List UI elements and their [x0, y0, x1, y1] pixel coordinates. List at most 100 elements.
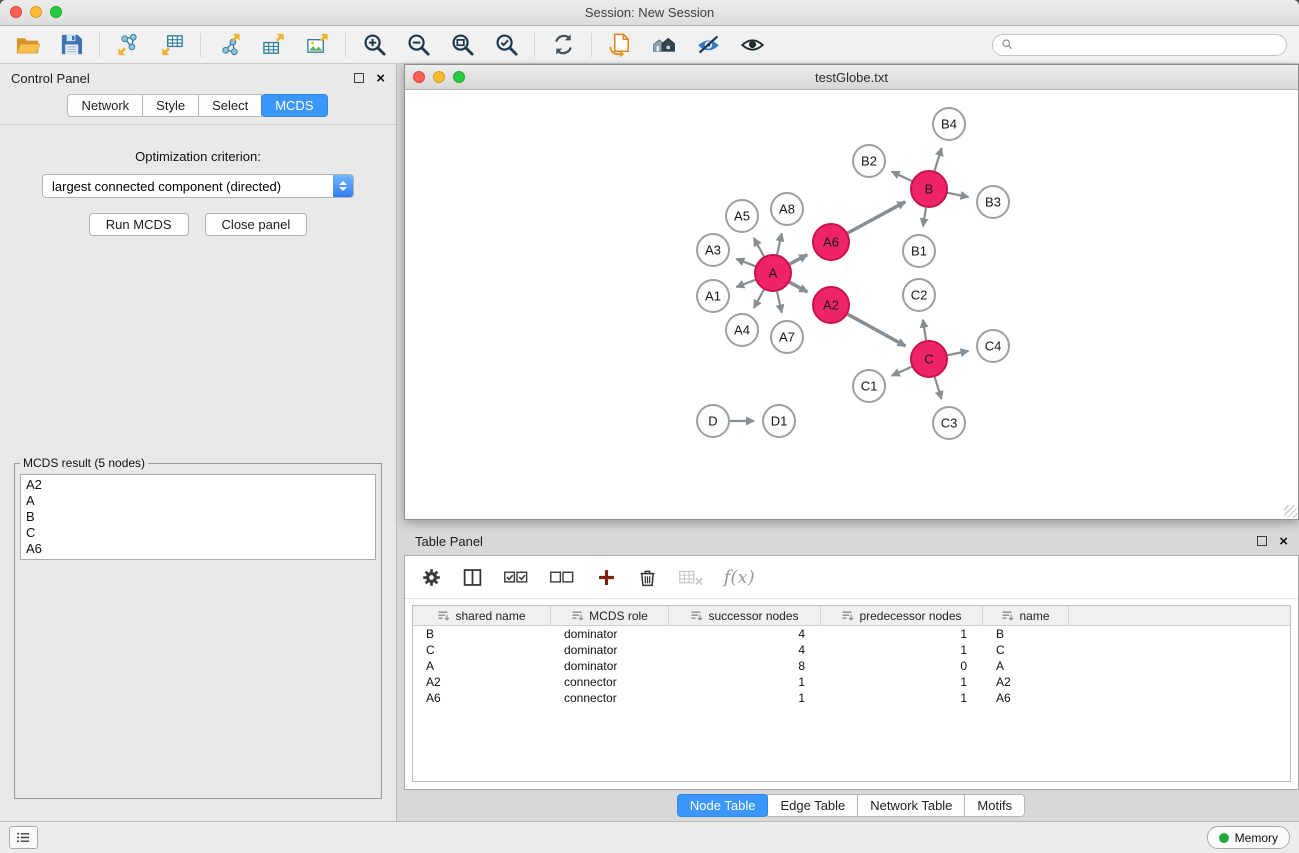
node-label-C: C [924, 352, 933, 367]
home-view-button[interactable] [649, 31, 679, 59]
graph-edge-A-A2[interactable] [790, 282, 808, 292]
float-panel-icon[interactable] [354, 73, 364, 83]
zoom-out-button[interactable] [403, 31, 433, 59]
search-input[interactable] [1019, 37, 1278, 53]
save-session-button[interactable] [56, 31, 86, 59]
delete-column-button[interactable] [637, 567, 658, 588]
table-row-C[interactable]: Cdominator41C [413, 642, 1290, 658]
table-row-A[interactable]: Adominator80A [413, 658, 1290, 674]
column-header-shared-name[interactable]: shared name [413, 606, 551, 625]
close-panel-button[interactable]: Close panel [205, 213, 308, 236]
column-header-successor-nodes[interactable]: successor nodes [669, 606, 821, 625]
cell-name: A2 [983, 675, 1069, 689]
control-panel-tab-network[interactable]: Network [67, 94, 143, 117]
graph-edge-B-B1[interactable] [923, 208, 926, 227]
close-table-panel-icon[interactable]: × [1279, 534, 1288, 549]
graph-edge-B-B2[interactable] [892, 172, 912, 181]
show-graphics-details-button[interactable] [737, 31, 767, 59]
graph-edge-C-C3[interactable] [935, 377, 942, 399]
task-history-button[interactable] [9, 826, 38, 849]
control-panel-tab-style[interactable]: Style [142, 94, 199, 117]
graph-edge-B-B4[interactable] [935, 148, 942, 171]
graph-edge-A-A3[interactable] [736, 259, 755, 266]
node-label-A3: A3 [705, 243, 721, 258]
table-row-A2[interactable]: A2connector11A2 [413, 674, 1290, 690]
table-row-A6[interactable]: A6connector11A6 [413, 690, 1290, 706]
close-panel-icon[interactable]: × [376, 71, 385, 86]
table-tab-node-table[interactable]: Node Table [677, 794, 769, 817]
dropdown-selected-value: largest connected component (directed) [52, 179, 281, 194]
column-type-icon [841, 610, 854, 622]
import-network-button[interactable] [113, 31, 143, 59]
float-table-panel-icon[interactable] [1257, 536, 1267, 546]
export-table-button[interactable] [258, 31, 288, 59]
zoom-selected-button[interactable] [491, 31, 521, 59]
resize-grip[interactable] [1284, 505, 1297, 518]
add-column-button[interactable] [596, 567, 617, 588]
run-mcds-button[interactable]: Run MCDS [89, 213, 189, 236]
select-all-button[interactable] [503, 567, 529, 588]
column-header-name[interactable]: name [983, 606, 1069, 625]
mcds-result-item-b[interactable]: B [26, 509, 370, 525]
graph-edge-A-A6[interactable] [790, 255, 807, 264]
optimization-criterion-dropdown[interactable]: largest connected component (directed) [42, 174, 354, 198]
memory-button[interactable]: Memory [1207, 826, 1290, 849]
graph-edge-A-A7[interactable] [777, 292, 782, 313]
cell-predecessor-nodes: 0 [821, 659, 983, 673]
split-view-icon [462, 567, 483, 588]
function-builder-button[interactable]: f(x) [724, 567, 755, 588]
graph-edge-A-A8[interactable] [777, 233, 782, 254]
network-canvas[interactable]: B4B2BB3A5A8A6A3B1AC2A1A2A4A7C4CC1C3DD1 [405, 90, 1298, 519]
column-header-predecessor-nodes[interactable]: predecessor nodes [821, 606, 983, 625]
graph-edge-A6-B[interactable] [848, 202, 906, 233]
refresh-layout-icon [551, 32, 576, 57]
add-column-icon [596, 567, 617, 588]
graph-edge-C-C1[interactable] [892, 367, 912, 376]
control-panel: Control Panel × NetworkStyleSelectMCDS O… [0, 64, 397, 821]
mcds-result-item-a[interactable]: A [26, 493, 370, 509]
column-header-MCDS-role[interactable]: MCDS role [551, 606, 669, 625]
open-session-button[interactable] [12, 31, 42, 59]
mcds-result-item-c[interactable]: C [26, 525, 370, 541]
export-image-button[interactable] [302, 31, 332, 59]
zoom-fit-button[interactable] [447, 31, 477, 59]
optimization-criterion-label: Optimization criterion: [12, 149, 384, 164]
refresh-layout-button[interactable] [548, 31, 578, 59]
table-toolbar-icons [421, 567, 704, 588]
node-label-D: D [708, 414, 717, 429]
network-close-button[interactable] [413, 71, 425, 83]
mcds-result-item-a2[interactable]: A2 [26, 477, 370, 493]
table-row-B[interactable]: Bdominator41B [413, 626, 1290, 642]
graph-edge-A-A1[interactable] [736, 280, 755, 287]
import-table-button[interactable] [157, 31, 187, 59]
search-box[interactable] [992, 34, 1287, 56]
control-panel-tab-select[interactable]: Select [198, 94, 262, 117]
home-view-icon [652, 32, 677, 57]
graph-edge-A2-C[interactable] [848, 314, 906, 346]
split-view-button[interactable] [462, 567, 483, 588]
minimize-window-button[interactable] [30, 6, 42, 18]
cell-successor-nodes: 1 [669, 691, 821, 705]
node-label-A1: A1 [705, 289, 721, 304]
table-tab-network-table[interactable]: Network Table [857, 794, 965, 817]
graph-edge-C-C4[interactable] [948, 351, 969, 355]
network-zoom-button[interactable] [453, 71, 465, 83]
zoom-in-button[interactable] [359, 31, 389, 59]
export-network-button[interactable] [214, 31, 244, 59]
mcds-result-item-a6[interactable]: A6 [26, 541, 370, 557]
control-panel-tab-mcds[interactable]: MCDS [261, 94, 327, 117]
zoom-window-button[interactable] [50, 6, 62, 18]
table-tab-motifs[interactable]: Motifs [964, 794, 1025, 817]
graph-edge-A-A5[interactable] [754, 238, 764, 256]
graph-edge-A-A4[interactable] [754, 290, 764, 308]
graph-edge-C-C2[interactable] [923, 320, 926, 341]
network-minimize-button[interactable] [433, 71, 445, 83]
clear-selection-button[interactable] [549, 567, 575, 588]
mcds-result-list[interactable]: A2ABCA6 [20, 474, 376, 560]
graph-edge-B-B3[interactable] [948, 193, 969, 197]
close-window-button[interactable] [10, 6, 22, 18]
document-export-button[interactable] [605, 31, 635, 59]
gear-button[interactable] [421, 567, 442, 588]
hide-graphics-details-button[interactable] [693, 31, 723, 59]
table-tab-edge-table[interactable]: Edge Table [767, 794, 858, 817]
